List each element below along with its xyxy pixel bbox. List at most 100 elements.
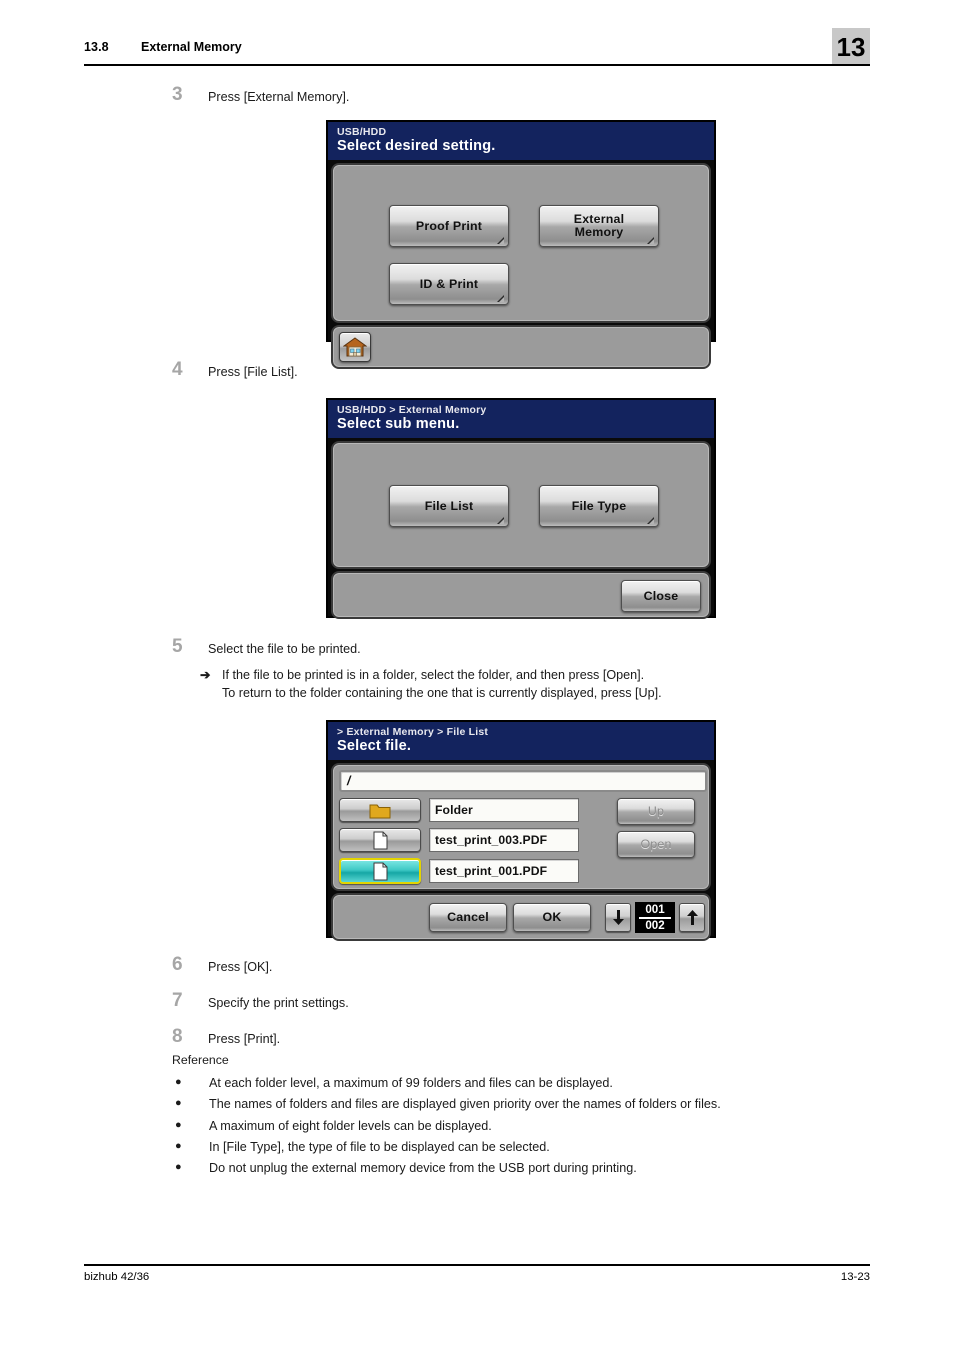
step-3-text: Press [External Memory].: [208, 90, 350, 104]
panel1-breadcrumb: USB/HDD: [337, 126, 387, 138]
scroll-down-button[interactable]: [605, 903, 631, 933]
list-item: ● In [File Type], the type of file to be…: [172, 1138, 872, 1159]
header-section-number: 13.8: [84, 40, 109, 54]
file-type-button[interactable]: File Type: [539, 485, 659, 528]
lcd-panel-select-desired-setting: USB/HDD Select desired setting. Proof Pr…: [326, 120, 716, 370]
document-icon: [373, 831, 387, 850]
bullet-icon: ●: [175, 1076, 182, 1088]
page-header: 13.8 External Memory 13: [84, 28, 870, 68]
substep-arrow-icon: ➔: [200, 668, 211, 682]
page-counter: 001 002: [635, 902, 675, 934]
step-6-number: 6: [172, 954, 183, 975]
footer-product-name: bizhub 42/36: [84, 1271, 150, 1283]
file-list-button[interactable]: File List: [389, 485, 509, 528]
panel2-heading: Select sub menu.: [337, 416, 460, 433]
folder-icon: [369, 804, 391, 819]
arrow-up-icon: [686, 910, 698, 926]
reference-title: Reference: [172, 1053, 229, 1067]
close-button[interactable]: Close: [621, 580, 701, 613]
file-row-2-name[interactable]: test_print_003.PDF: [429, 828, 579, 853]
panel1-body: Proof Print External Memory ID & Print: [331, 163, 711, 324]
open-label: Open: [640, 837, 672, 851]
file-list-label: File List: [424, 498, 474, 513]
id-and-print-label: ID & Print: [419, 276, 479, 291]
panel3-heading: Select file.: [337, 738, 412, 755]
panel1-footer-bar: [331, 325, 711, 370]
cancel-label: Cancel: [447, 910, 489, 924]
panel3-body: / Folder test_print_003.PDF test_print_0…: [331, 763, 711, 892]
path-field[interactable]: /: [339, 770, 707, 793]
reference-item-text: The names of folders and files are displ…: [209, 1097, 721, 1112]
file-row-1-icon-button[interactable]: [339, 798, 421, 823]
expand-corner-icon: [647, 237, 654, 245]
lcd-panel-select-file: > External Memory > File List Select fil…: [326, 720, 716, 942]
list-item: ● Do not unplug the external memory devi…: [172, 1159, 872, 1180]
expand-corner-icon: [497, 295, 504, 303]
external-memory-button[interactable]: External Memory: [539, 205, 659, 248]
id-and-print-button[interactable]: ID & Print: [389, 263, 509, 306]
page-counter-current: 001: [645, 902, 665, 916]
proof-print-label: Proof Print: [415, 218, 483, 233]
panel3-footer-bar: Cancel OK 001 002: [331, 893, 711, 942]
house-icon: [343, 337, 367, 357]
header-rule: [84, 64, 870, 66]
arrow-down-icon: [612, 910, 624, 926]
footer-rule: [84, 1264, 870, 1266]
panel2-body: File List File Type: [331, 441, 711, 570]
file-row-3-name-label: test_print_001.PDF: [435, 864, 548, 879]
document-icon: [373, 862, 387, 881]
expand-corner-icon: [497, 237, 504, 245]
file-row-1-name[interactable]: Folder: [429, 798, 579, 823]
list-item: ● A maximum of eight folder levels can b…: [172, 1117, 872, 1138]
home-button[interactable]: [339, 332, 371, 363]
proof-print-button[interactable]: Proof Print: [389, 205, 509, 248]
expand-corner-icon: [647, 517, 654, 525]
chapter-number-label: 13: [836, 32, 866, 62]
step-3-number: 3: [172, 84, 183, 105]
reference-item-text: A maximum of eight folder levels can be …: [209, 1118, 492, 1133]
bullet-icon: ●: [175, 1118, 182, 1131]
footer-page-number: 13-23: [840, 1271, 870, 1283]
header-section-title: External Memory: [141, 40, 242, 54]
lcd-panel-select-sub-menu: USB/HDD > External Memory Select sub men…: [326, 398, 716, 620]
step-8-number: 8: [172, 1026, 183, 1047]
panel2-title-bar: USB/HDD > External Memory Select sub men…: [328, 400, 714, 439]
substep-line-2: To return to the folder containing the o…: [222, 686, 662, 701]
page-counter-total: 002: [645, 919, 665, 933]
reference-item-text: At each folder level, a maximum of 99 fo…: [209, 1076, 613, 1090]
ok-label: OK: [542, 910, 562, 924]
open-button[interactable]: Open: [617, 831, 695, 859]
file-row-3-name[interactable]: test_print_001.PDF: [429, 859, 579, 884]
file-row-3-icon-button[interactable]: [339, 858, 421, 885]
path-value: /: [347, 774, 351, 789]
reference-item-text: In [File Type], the type of file to be d…: [209, 1139, 550, 1154]
external-memory-label-line1: External: [573, 211, 625, 226]
substep-line-1: If the file to be printed is in a folder…: [222, 668, 645, 682]
panel2-footer-bar: Close: [331, 571, 711, 620]
list-item: ● At each folder level, a maximum of 99 …: [172, 1074, 872, 1095]
step-5-substep: ➔ If the file to be printed is in a fold…: [200, 666, 662, 703]
up-label: Up: [647, 804, 665, 818]
up-button[interactable]: Up: [617, 798, 695, 826]
close-label: Close: [643, 588, 679, 603]
file-type-label: File Type: [571, 498, 627, 513]
scroll-up-button[interactable]: [679, 903, 705, 933]
file-row-2-name-label: test_print_003.PDF: [435, 833, 548, 848]
file-row-2-icon-button[interactable]: [339, 828, 421, 853]
bullet-icon: ●: [175, 1097, 182, 1110]
cancel-button[interactable]: Cancel: [429, 903, 507, 933]
expand-corner-icon: [497, 517, 504, 525]
chapter-number-box: 13: [832, 28, 870, 66]
external-memory-label: External Memory: [573, 211, 625, 241]
panel3-title-bar: > External Memory > File List Select fil…: [328, 722, 714, 761]
list-item: ● The names of folders and files are dis…: [172, 1095, 872, 1116]
step-7-number: 7: [172, 990, 183, 1011]
step-5-text: Select the file to be printed.: [208, 642, 361, 656]
reference-item-text: Do not unplug the external memory device…: [209, 1161, 637, 1176]
bullet-icon: ●: [175, 1161, 182, 1174]
ok-button[interactable]: OK: [513, 903, 591, 933]
step-6-text: Press [OK].: [208, 960, 273, 974]
panel3-breadcrumb: > External Memory > File List: [337, 726, 489, 738]
step-5-number: 5: [172, 636, 183, 657]
reference-list: ● At each folder level, a maximum of 99 …: [172, 1074, 872, 1180]
